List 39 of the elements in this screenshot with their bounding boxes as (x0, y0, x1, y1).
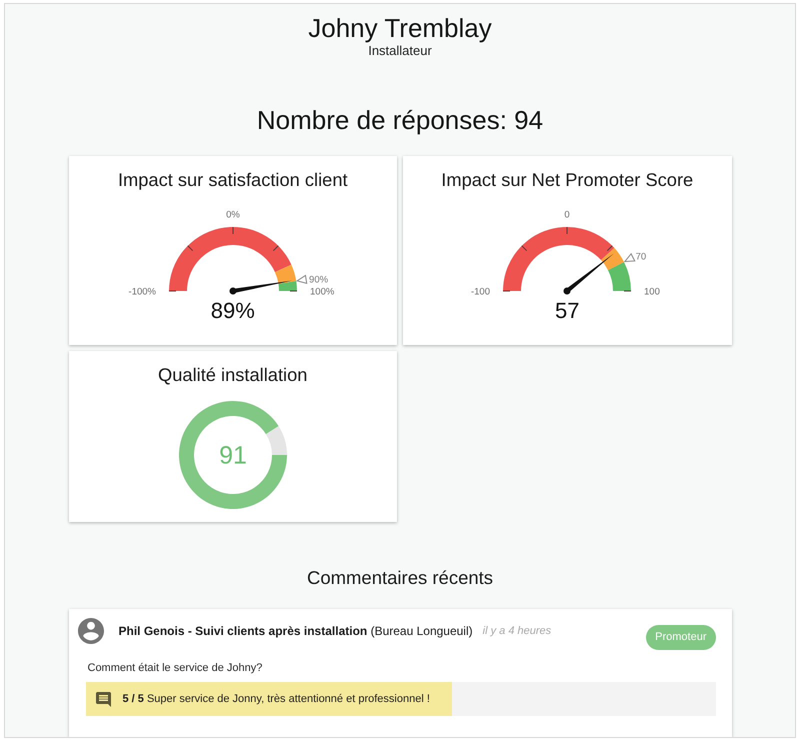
comment-icon (96, 692, 110, 706)
gauge-needle (229, 280, 292, 294)
scale-label: 0% (226, 210, 240, 220)
gauge-tick (566, 226, 568, 234)
scale-label: 100 (644, 286, 660, 298)
avatar-icon (78, 618, 104, 644)
gauge-tick (187, 245, 193, 252)
gauge-tick (502, 290, 511, 292)
gauge-tick (168, 290, 176, 292)
response-count: Nombre de réponses: 94 (256, 105, 544, 135)
quality-score: 91 (218, 442, 247, 470)
gauge-needle (564, 253, 614, 294)
comment-author: Phil Genois - Suivi clients après installation (Bureau Longueuil) (118, 623, 473, 640)
person-name: Johny Tremblay (308, 13, 492, 43)
card-title: Qualité installation (158, 365, 308, 385)
job-title: Installateur (368, 43, 432, 59)
gauge-value: 57 (555, 298, 580, 324)
triangle-marker-icon (624, 252, 636, 262)
scale-label: -100% (128, 286, 156, 298)
gauge-tick (522, 245, 528, 252)
question-text: Comment était le service de Johny? (88, 661, 264, 676)
card-title: Impact sur satisfaction client (118, 170, 348, 190)
gauge-tick (232, 226, 234, 234)
gauge-tick (272, 245, 278, 252)
gauge-tick (607, 245, 613, 252)
section-title: Commentaires récents (306, 567, 494, 589)
gauge-value: 89% (210, 298, 255, 324)
triangle-marker-icon (296, 274, 308, 284)
target-label: 90% (308, 274, 328, 286)
scale-label: -100 (471, 286, 490, 298)
card-title: Impact sur Net Promoter Score (441, 170, 694, 190)
gauge-tick (289, 290, 298, 292)
status-badge: Promoteur (646, 625, 716, 650)
target-label: 70 (636, 252, 646, 263)
gauge-tick (624, 290, 632, 292)
answer-text: 5 / 5 Super service de Jonny, très attentionné et professionnel ! (122, 692, 430, 707)
scale-label: 100% (310, 286, 334, 298)
scale-label: 0 (564, 210, 570, 220)
comment-time: il y a 4 heures (482, 624, 552, 639)
